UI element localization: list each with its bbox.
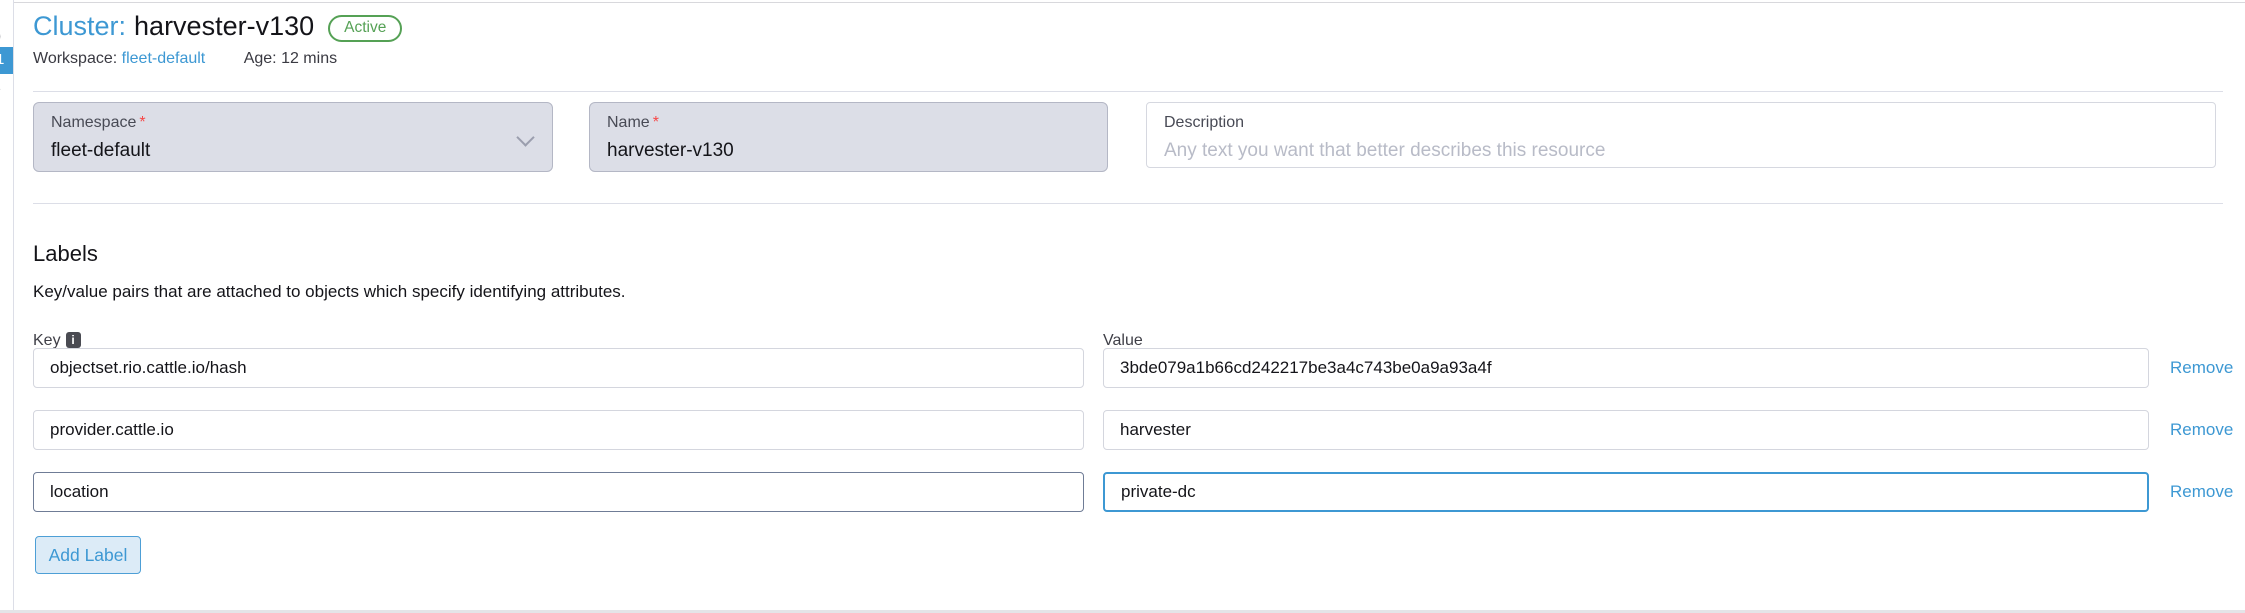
namespace-label: Namespace* (51, 114, 146, 132)
remove-label-link[interactable]: Remove (2170, 420, 2233, 440)
namespace-value[interactable] (51, 140, 512, 162)
section-divider (33, 203, 2223, 204)
sidebar-count-partial: 1 (0, 77, 12, 95)
name-label: Name* (607, 114, 659, 132)
label-key-input[interactable] (33, 348, 1084, 388)
required-asterisk: * (653, 114, 659, 131)
age-text: Age: 12 mins (244, 50, 337, 67)
remove-label-link[interactable]: Remove (2170, 482, 2233, 502)
label-value-input[interactable] (1103, 410, 2149, 450)
header-divider (33, 91, 2223, 92)
labels-heading: Labels (33, 241, 98, 267)
cluster-edit-page: 0 1 1 Cluster: harvester-v130 Active Works… (0, 0, 2245, 613)
chevron-down-icon (516, 128, 534, 146)
status-badge: Active (328, 15, 402, 42)
workspace-label: Workspace: (33, 50, 117, 67)
sidebar-count-selected: 1 (0, 51, 4, 68)
name-input[interactable] (607, 140, 1067, 162)
label-key-input[interactable] (33, 410, 1084, 450)
label-value-input[interactable] (1103, 348, 2149, 388)
label-value-input[interactable] (1103, 472, 2149, 512)
page-title: Cluster: harvester-v130 Active (33, 10, 402, 42)
description-input[interactable] (1164, 140, 2175, 162)
top-divider (0, 2, 2245, 3)
info-icon[interactable]: i (66, 332, 81, 348)
required-asterisk: * (139, 114, 145, 131)
description-field: Description (1146, 102, 2216, 168)
resource-name: harvester-v130 (134, 11, 314, 41)
name-field: Name* (589, 102, 1108, 172)
labels-description: Key/value pairs that are attached to obj… (33, 282, 626, 302)
resource-type-label[interactable]: Cluster: (33, 11, 126, 41)
add-label-button[interactable]: Add Label (35, 536, 141, 574)
remove-label-link[interactable]: Remove (2170, 358, 2233, 378)
description-label: Description (1164, 114, 1244, 132)
sidebar-item-selected[interactable]: 1 (0, 47, 13, 74)
namespace-select[interactable]: Namespace* (33, 102, 553, 172)
workspace-link[interactable]: fleet-default (122, 50, 206, 67)
label-key-input[interactable] (33, 472, 1084, 512)
sidebar-sliver: 0 1 1 (0, 0, 14, 613)
sidebar-count-partial: 0 (0, 29, 12, 47)
resource-meta: Workspace: fleet-default Age: 12 mins (33, 50, 337, 68)
